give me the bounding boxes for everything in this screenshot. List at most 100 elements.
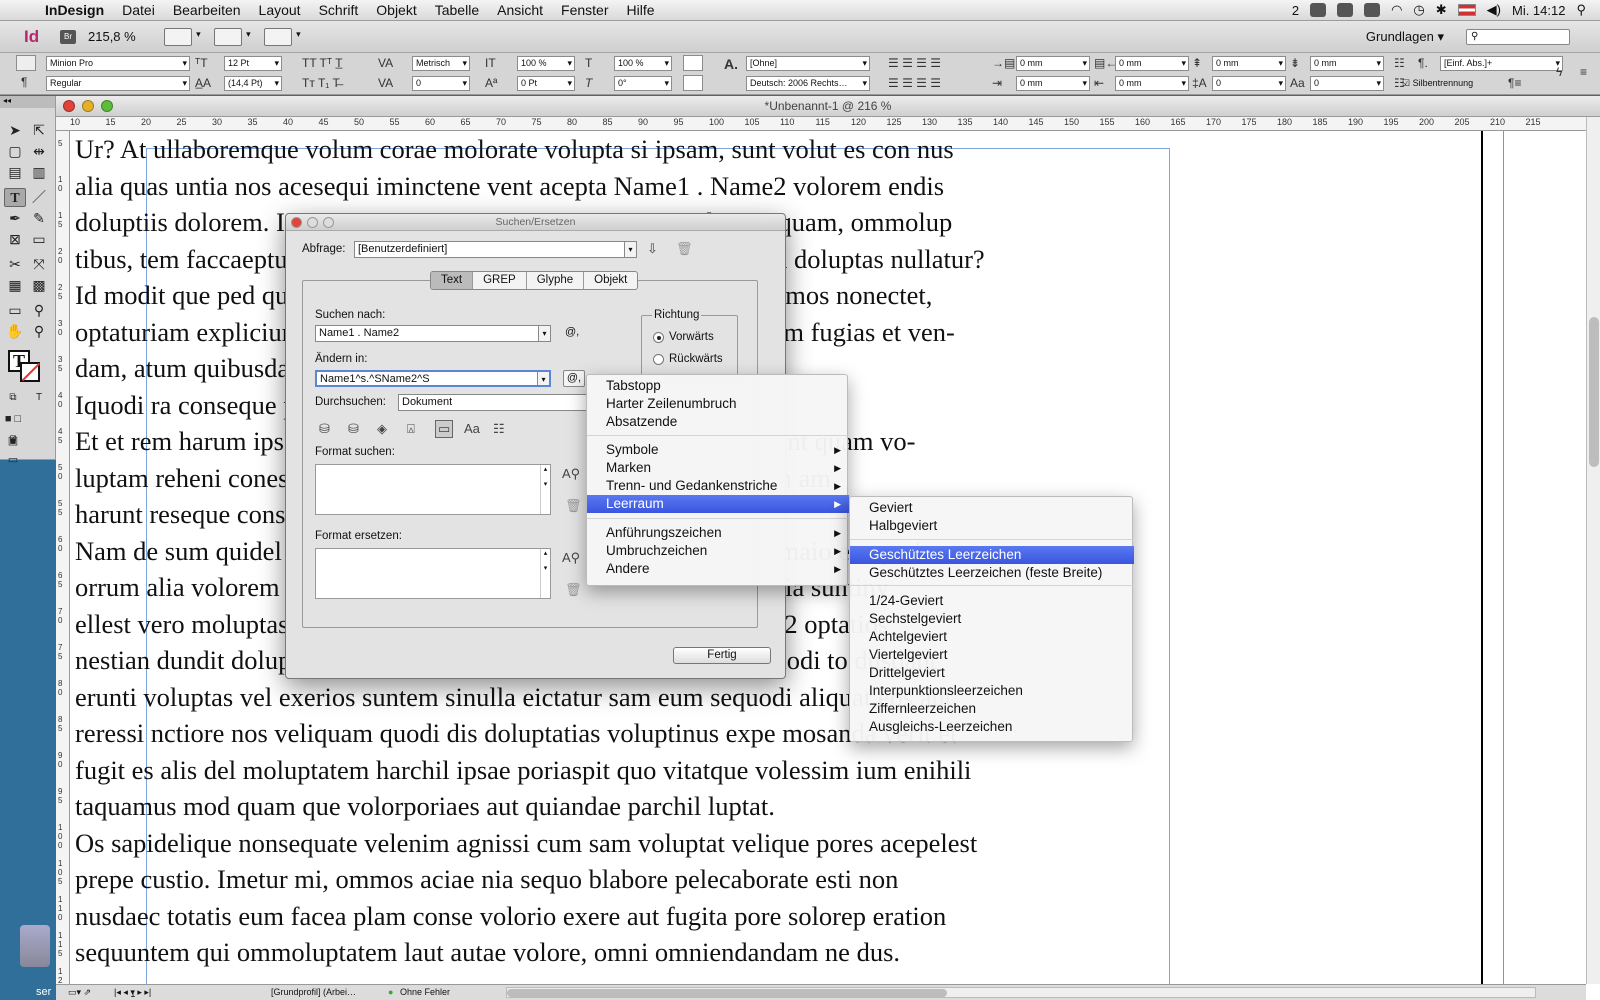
vertical-scroll-thumb[interactable] <box>1589 317 1599 467</box>
clear-change-format-icon[interactable]: 🗑 <box>565 582 582 598</box>
specify-find-format-icon[interactable]: A⚲ <box>562 466 580 482</box>
menu-item-geviert[interactable]: Geviert <box>850 499 1134 517</box>
rectangle-tool-icon[interactable]: ▭ <box>28 230 50 249</box>
volume-icon[interactable]: ◀︎) <box>1487 2 1501 18</box>
page-tool-icon[interactable]: ▢ <box>4 142 26 161</box>
find-format-box[interactable]: ▴ ▾ <box>315 464 551 515</box>
view-options-icon[interactable] <box>163 27 201 46</box>
text-line[interactable]: taquamus mod quam que volorporiaes aut q… <box>75 788 1105 825</box>
space-before-field[interactable]: 0 mm <box>1212 56 1286 71</box>
apply-color-icon[interactable]: ■ □ ⧄ <box>2 410 24 444</box>
menu-item-harter-zeilenumbruch[interactable]: Harter Zeilenumbruch <box>587 395 849 413</box>
zoom-level[interactable]: 215,8 % <box>88 29 136 44</box>
menu-item-geschütztes-leerzeichen[interactable]: Geschütztes Leerzeichen <box>850 546 1134 564</box>
help-search-input[interactable]: ⚲ <box>1466 28 1570 45</box>
menu-item-interpunktionsleerzeichen[interactable]: Interpunktionsleerzeichen <box>850 682 1134 700</box>
paragraph-mode-icon[interactable]: ¶ <box>21 75 27 89</box>
default-colors-icon[interactable]: ⧉ <box>2 388 24 407</box>
drop-cap-chars-field[interactable]: 0 <box>1310 76 1384 91</box>
dialog-close-icon[interactable] <box>291 217 302 228</box>
tab-glyph[interactable]: Glyphe <box>527 272 585 289</box>
align-left-icon[interactable]: ☰ ☰ ☰ ☰ <box>888 56 941 70</box>
text-line[interactable]: alia quas untia nos acesequi iminctene v… <box>75 168 1105 205</box>
menu-item-tabstopp[interactable]: Tabstopp <box>587 377 849 395</box>
quick-apply-icon[interactable]: ϟ <box>1556 65 1562 79</box>
menu-item-symbole[interactable]: Symbole ▶ <box>587 441 849 459</box>
screen-mode-icon[interactable] <box>213 27 251 46</box>
menu-item-viertelgeviert[interactable]: Viertelgeviert <box>850 646 1134 664</box>
tools-panel-header[interactable]: ◂◂ <box>0 96 55 108</box>
menu-datei[interactable]: Datei <box>113 2 164 18</box>
horizontal-scrollbar[interactable] <box>506 987 1536 998</box>
text-line[interactable]: Os sapidelique nonsequate velenim agniss… <box>75 825 1105 862</box>
include-master-pages-icon[interactable]: ⍓ <box>407 421 415 437</box>
pen-tool-icon[interactable]: ✒ <box>4 209 26 228</box>
bluetooth-icon[interactable]: ✱ <box>1436 2 1447 18</box>
skew-field[interactable]: 0° <box>614 76 672 91</box>
selection-tool-icon[interactable]: ➤ <box>4 121 26 140</box>
include-footnotes-icon[interactable]: ▭ <box>435 420 454 438</box>
text-line[interactable]: prepe custio. Imetur mi, ommos aciae nia… <box>75 861 1105 898</box>
gap-tool-icon[interactable]: ⇹ <box>28 142 50 161</box>
menu-schrift[interactable]: Schrift <box>310 2 368 18</box>
dialog-titlebar[interactable]: Suchen/Ersetzen <box>286 214 785 231</box>
drop-cap-lines-field[interactable]: 0 <box>1212 76 1286 91</box>
case-sensitive-icon[interactable]: Aa <box>464 421 480 436</box>
direct-selection-tool-icon[interactable]: ⇱ <box>28 121 50 140</box>
preflight-profile[interactable]: [Grundprofil] (Arbei… <box>271 987 356 997</box>
clock[interactable]: Mi. 14:12 <box>1512 3 1565 18</box>
change-special-characters-button[interactable]: @, <box>563 370 585 387</box>
text-line[interactable]: Ur? At ullaboremque volum corae molorate… <box>75 131 1105 168</box>
first-line-indent-field[interactable]: 0 mm <box>1016 76 1090 91</box>
find-special-characters-icon[interactable]: @, <box>565 326 579 338</box>
menu-item-1-24-geviert[interactable]: 1/24-Geviert <box>850 592 1134 610</box>
horizontal-scale-field[interactable]: 100 % <box>614 56 672 71</box>
language-select[interactable]: Deutsch: 2006 Rechts… <box>746 76 870 91</box>
type-tool-icon[interactable]: T <box>4 188 26 207</box>
horizontal-ruler[interactable]: 10 15 20 25 30 35 40 45 50 55 60 65 70 75 80 85 90 95 100 1… <box>56 117 1586 131</box>
vertical-scrollbar[interactable] <box>1586 117 1600 984</box>
delete-query-icon[interactable]: 🗑 <box>676 241 693 257</box>
desktop-drive-icon[interactable] <box>20 925 50 967</box>
gradient-swatch-tool-icon[interactable]: ▦ <box>4 276 26 295</box>
menu-layout[interactable]: Layout <box>250 2 310 18</box>
time-machine-icon[interactable]: ◷ <box>1413 2 1424 18</box>
display-icon[interactable] <box>1364 3 1381 17</box>
forward-radio[interactable] <box>653 332 664 343</box>
workspace-switcher[interactable]: Grundlagen ▾ <box>1366 29 1444 45</box>
spotlight-icon[interactable]: ⚲ <box>1576 2 1586 18</box>
zoom-window-icon[interactable] <box>101 100 113 112</box>
menu-item-geschütztes-leerzeichen-feste-breite-[interactable]: Geschütztes Leerzeichen (feste Breite) <box>850 564 1134 582</box>
vertical-ruler[interactable]: 5 1 0 1 5 2 0 2 5 3 0 3 5 4 0 4 5 5 0 5 5 6 0 6 5 7 0… <box>56 131 70 984</box>
clear-find-format-icon[interactable]: 🗑 <box>565 498 582 514</box>
done-button[interactable]: Fertig <box>673 647 771 664</box>
tab-text[interactable]: Text <box>431 272 474 289</box>
menu-item-ziffernleerzeichen[interactable]: Ziffernleerzeichen <box>850 700 1134 718</box>
content-placer-icon[interactable]: ▥ <box>28 163 50 182</box>
free-transform-tool-icon[interactable]: ⤧ <box>28 255 50 274</box>
menu-item-drittelgeviert[interactable]: Drittelgeviert <box>850 664 1134 682</box>
formatting-affects-text-icon[interactable]: T <box>28 388 50 407</box>
line-tool-icon[interactable]: ／ <box>28 188 50 207</box>
menu-objekt[interactable]: Objekt <box>367 2 425 18</box>
page-navigation[interactable]: |◂ ◂ 1 ▾ ▸ ▸| <box>114 987 151 999</box>
menu-item-umbruchzeichen[interactable]: Umbruchzeichen ▶ <box>587 542 849 560</box>
change-format-box[interactable]: ▴ ▾ <box>315 548 551 599</box>
change-to-input[interactable]: Name1^s.^SName2^S ▾ <box>315 370 551 387</box>
stroke-swatch[interactable] <box>20 362 40 382</box>
zoom-tool-icon[interactable]: ⚲ <box>28 322 50 341</box>
creative-cloud-icon[interactable] <box>1310 3 1327 17</box>
tab-object[interactable]: Objekt <box>584 272 637 289</box>
leading-field[interactable]: (14,4 Pt) <box>224 76 282 91</box>
menu-item-leerraum[interactable]: Leerraum ▶ <box>587 495 849 513</box>
character-style-select[interactable]: [Ohne] <box>746 56 870 71</box>
scissors-tool-icon[interactable]: ✂ <box>4 255 26 274</box>
text-line[interactable]: sequuntem qui ommoluptatem laut autae vo… <box>75 934 1105 971</box>
menu-ansicht[interactable]: Ansicht <box>488 2 552 18</box>
menu-hilfe[interactable]: Hilfe <box>618 2 664 18</box>
kerning-select[interactable]: Metrisch <box>412 56 470 71</box>
font-family-select[interactable]: Minion Pro <box>46 56 190 71</box>
menu-item-achtelgeviert[interactable]: Achtelgeviert <box>850 628 1134 646</box>
left-indent-field[interactable]: 0 mm <box>1016 56 1090 71</box>
note-tool-icon[interactable]: ▭ <box>4 301 26 320</box>
